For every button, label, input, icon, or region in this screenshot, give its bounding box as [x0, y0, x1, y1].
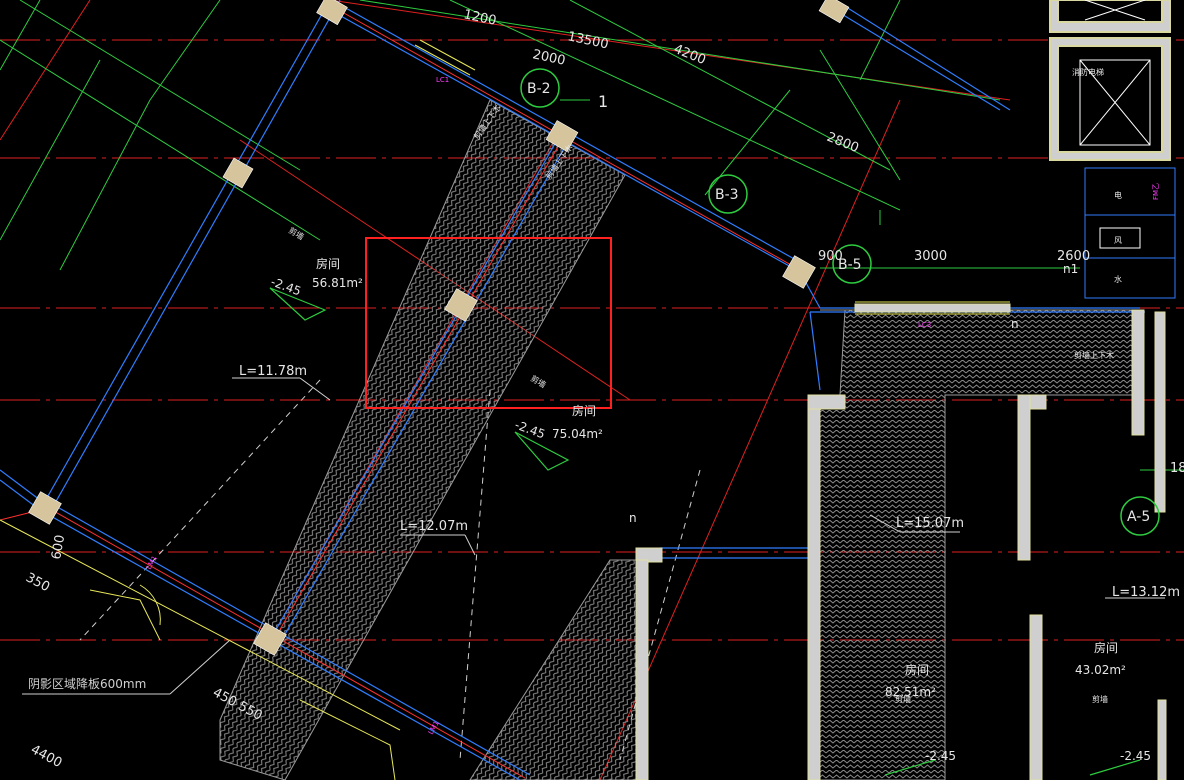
wall-label-a: 剪墙: [287, 225, 306, 242]
length-label-3: L=15.07m: [896, 516, 964, 531]
dim-2800: 2800: [825, 130, 861, 156]
wall-label-d: 剪墙: [1092, 694, 1108, 704]
grid-label-b3: B-3: [715, 187, 739, 203]
room-4-area: 43.02m²: [1075, 663, 1126, 677]
elevation-3: -2.45: [925, 749, 956, 763]
beam-label-3: 剪墙上下木: [1074, 350, 1114, 360]
room-1-area: 56.81m²: [312, 276, 363, 290]
room-4-name: 房间: [1094, 640, 1118, 655]
length-label-4: L=13.12m: [1112, 585, 1180, 600]
door-tag-lm1-b: LM1: [427, 720, 441, 736]
grid-label-b2: B-2: [527, 81, 551, 97]
room-1-name: 房间: [316, 256, 340, 271]
grid-label-one: 1: [598, 92, 608, 111]
cad-drawing-canvas[interactable]: B-2 B-3 B-5 A-5 1 1200 13500 2000 4200 2…: [0, 0, 1184, 780]
column-8: [818, 0, 850, 24]
elevation-2: -2.45: [513, 418, 547, 442]
dim-3000: 3000: [914, 249, 947, 264]
window-tag-lc1: LC1: [436, 76, 449, 84]
node-label-n1: n1: [1063, 262, 1078, 276]
window-tag-lc3: LC3: [918, 321, 931, 329]
room-3-name: 房间: [905, 662, 929, 677]
node-label-n-b: n: [1011, 317, 1019, 331]
column-5: [782, 255, 816, 289]
wall-label-c: 剪墙: [895, 694, 911, 704]
wind-room-label: 风: [1114, 236, 1122, 245]
room-2-name: 房间: [572, 403, 596, 418]
dim-350: 350: [23, 570, 52, 595]
node-label-n-a: n: [629, 511, 637, 525]
dim-900: 900: [818, 249, 843, 264]
length-label-1: L=11.78m: [239, 364, 307, 379]
wall-label-b: 剪墙: [529, 373, 548, 390]
elec-room-label: 电: [1114, 190, 1122, 200]
dim-4200: 4200: [672, 42, 708, 68]
fire-door-tag: FM乙: [1152, 183, 1160, 200]
water-room-label: 水: [1114, 274, 1122, 284]
elevator-label: 消防电梯: [1072, 67, 1104, 77]
dim-18: 18: [1170, 461, 1184, 476]
elevation-4: -2.45: [1120, 749, 1151, 763]
room-2-area: 75.04m²: [552, 427, 603, 441]
dim-4400: 4400: [28, 742, 64, 771]
dim-2000: 2000: [531, 47, 566, 69]
grid-label-a5: A-5: [1127, 509, 1150, 525]
column-1: [316, 0, 348, 26]
shaded-area-note: 阴影区域降板600mm: [28, 677, 146, 691]
dim-600: 600: [49, 534, 68, 561]
length-label-2: L=12.07m: [400, 519, 468, 534]
dim-13500: 13500: [566, 29, 610, 52]
dim-1200: 1200: [462, 7, 497, 29]
